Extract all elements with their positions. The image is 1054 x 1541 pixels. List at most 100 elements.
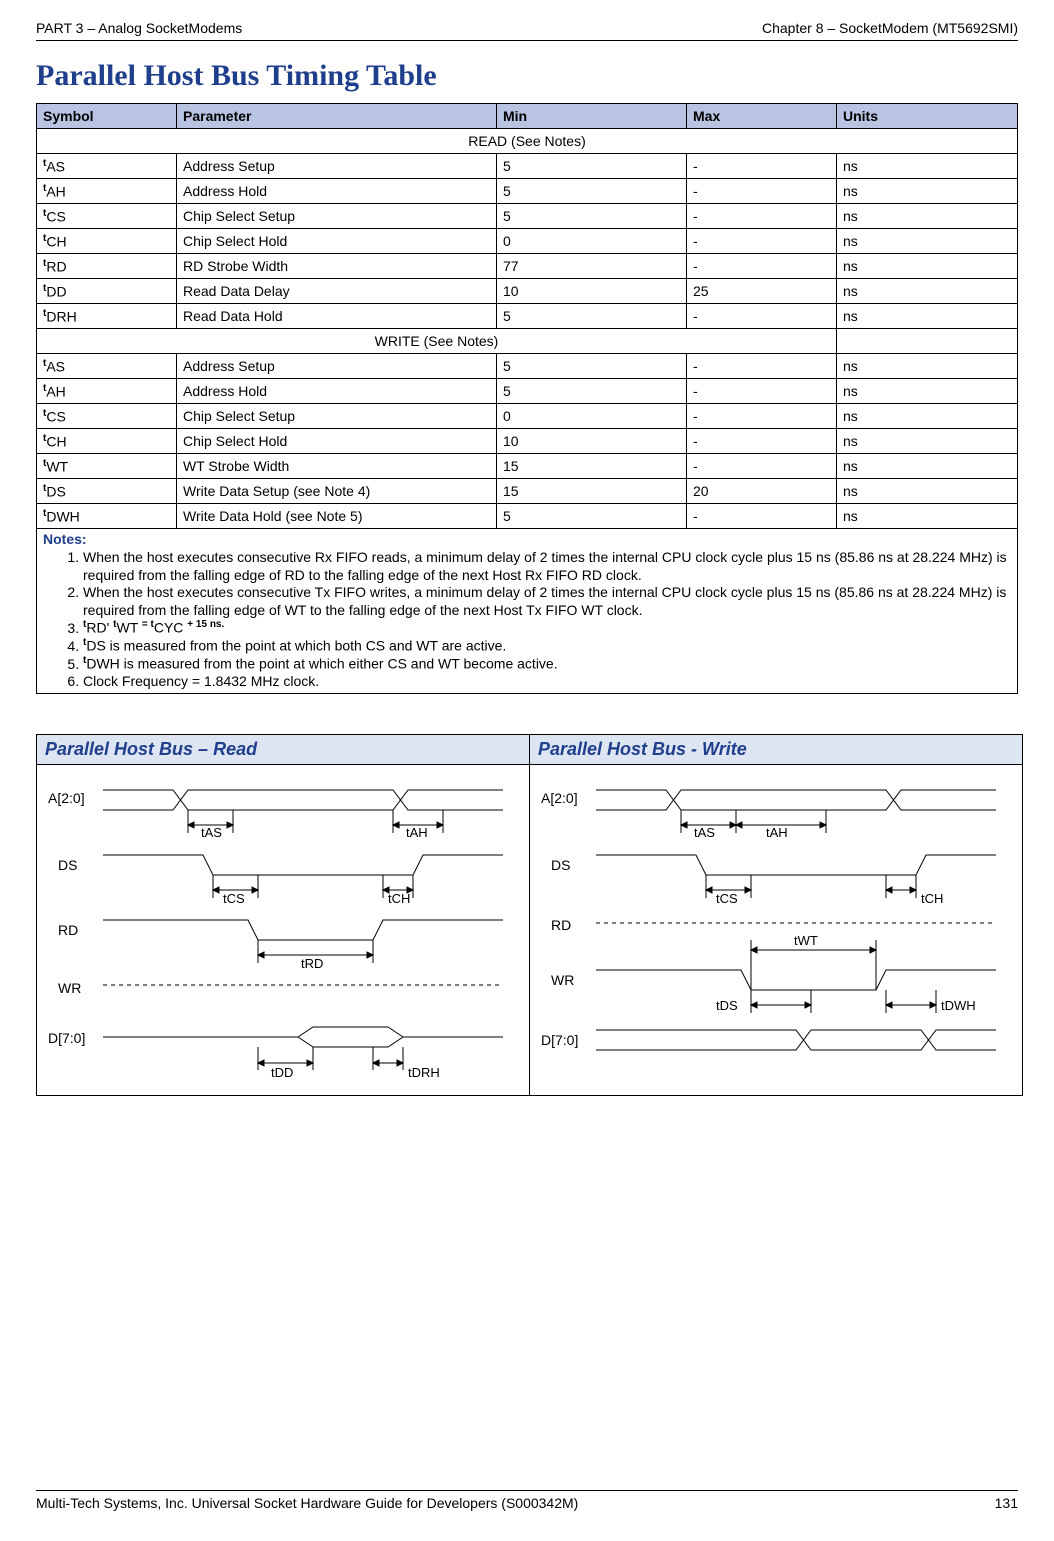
cell-max: - [687, 204, 837, 229]
cell-min: 0 [497, 404, 687, 429]
label-tRD: tRD [301, 956, 323, 971]
note-item: tDS is measured from the point at which … [83, 637, 1011, 655]
header-right: Chapter 8 – SocketModem (MT5692SMI) [762, 20, 1018, 36]
table-row: tAHAddress Hold5-ns [37, 379, 1018, 404]
read-diagram-title: Parallel Host Bus – Read [37, 734, 530, 764]
write-section-label: WRITE (See Notes) [37, 329, 837, 354]
label-tAS-w: tAS [694, 825, 715, 840]
col-parameter: Parameter [177, 104, 497, 129]
cell-symbol: tCH [37, 429, 177, 454]
label-tAS: tAS [201, 825, 222, 840]
cell-symbol: tAH [37, 179, 177, 204]
col-min: Min [497, 104, 687, 129]
cell-symbol: tCS [37, 204, 177, 229]
cell-symbol: tDWH [37, 504, 177, 529]
footer-left: Multi-Tech Systems, Inc. Universal Socke… [36, 1495, 578, 1511]
label-tAH-w: tAH [766, 825, 788, 840]
cell-units: ns [837, 279, 1018, 304]
cell-symbol: tCS [37, 404, 177, 429]
cell-param: Read Data Delay [177, 279, 497, 304]
cell-min: 5 [497, 379, 687, 404]
label-tDD: tDD [271, 1065, 293, 1080]
table-row: tASAddress Setup5-ns [37, 354, 1018, 379]
cell-min: 5 [497, 304, 687, 329]
cell-symbol: tDRH [37, 304, 177, 329]
cell-units: ns [837, 229, 1018, 254]
table-row: tDSWrite Data Setup (see Note 4)1520ns [37, 479, 1018, 504]
note-item: Clock Frequency = 1.8432 MHz clock. [83, 673, 1011, 691]
col-units: Units [837, 104, 1018, 129]
cell-param: Address Hold [177, 179, 497, 204]
write-section-row: WRITE (See Notes) [37, 329, 1018, 354]
cell-param: Write Data Setup (see Note 4) [177, 479, 497, 504]
cell-max: - [687, 254, 837, 279]
cell-max: - [687, 154, 837, 179]
cell-units: ns [837, 154, 1018, 179]
cell-min: 15 [497, 479, 687, 504]
footer-right: 131 [995, 1495, 1018, 1511]
label-tDWH: tDWH [941, 998, 976, 1013]
cell-max: - [687, 429, 837, 454]
notes-list: When the host executes consecutive Rx FI… [43, 549, 1011, 691]
col-max: Max [687, 104, 837, 129]
cell-param: Address Setup [177, 354, 497, 379]
cell-max: - [687, 354, 837, 379]
write-diagram-title: Parallel Host Bus - Write [530, 734, 1023, 764]
table-row: tDRHRead Data Hold5-ns [37, 304, 1018, 329]
table-row: tCHChip Select Hold10-ns [37, 429, 1018, 454]
read-section-row: READ (See Notes) [37, 129, 1018, 154]
cell-param: WT Strobe Width [177, 454, 497, 479]
table-row: tDWHWrite Data Hold (see Note 5)5-ns [37, 504, 1018, 529]
cell-units: ns [837, 454, 1018, 479]
signal-wr-label: WR [58, 980, 81, 996]
table-row: tCHChip Select Hold0-ns [37, 229, 1018, 254]
cell-min: 0 [497, 229, 687, 254]
cell-symbol: tAS [37, 154, 177, 179]
signal-addr-label: A[2:0] [48, 790, 85, 806]
cell-max: - [687, 454, 837, 479]
cell-units: ns [837, 404, 1018, 429]
cell-min: 5 [497, 504, 687, 529]
cell-symbol: tDD [37, 279, 177, 304]
cell-param: Read Data Hold [177, 304, 497, 329]
read-section-label: READ (See Notes) [37, 129, 1018, 154]
note-item: When the host executes consecutive Tx FI… [83, 584, 1011, 619]
cell-symbol: tRD [37, 254, 177, 279]
note-item: tRD' tWT = tCYC + 15 ns. [83, 619, 1011, 637]
signal-ds-label: DS [58, 857, 77, 873]
table-row: tCSChip Select Setup5-ns [37, 204, 1018, 229]
cell-param: Write Data Hold (see Note 5) [177, 504, 497, 529]
cell-max: - [687, 504, 837, 529]
cell-symbol: tAH [37, 379, 177, 404]
table-row: tWTWT Strobe Width15-ns [37, 454, 1018, 479]
cell-min: 5 [497, 204, 687, 229]
cell-units: ns [837, 479, 1018, 504]
cell-min: 77 [497, 254, 687, 279]
note-item: When the host executes consecutive Rx FI… [83, 549, 1011, 584]
diagrams-table: Parallel Host Bus – Read Parallel Host B… [36, 734, 1023, 1096]
signal-data-label-w: D[7:0] [541, 1032, 578, 1048]
cell-max: - [687, 304, 837, 329]
cell-units: ns [837, 354, 1018, 379]
cell-symbol: tDS [37, 479, 177, 504]
cell-units: ns [837, 254, 1018, 279]
signal-rd-label-w: RD [551, 917, 571, 933]
notes-title: Notes: [43, 531, 87, 547]
cell-max: 20 [687, 479, 837, 504]
cell-min: 5 [497, 179, 687, 204]
table-header-row: Symbol Parameter Min Max Units [37, 104, 1018, 129]
table-row: tRDRD Strobe Width77-ns [37, 254, 1018, 279]
signal-rd-label: RD [58, 922, 78, 938]
table-row: tAHAddress Hold5-ns [37, 179, 1018, 204]
note-item: tDWH is measured from the point at which… [83, 655, 1011, 673]
signal-wr-label-w: WR [551, 972, 574, 988]
read-diagram-cell: A[2:0] tAS tAH [37, 764, 530, 1095]
cell-param: RD Strobe Width [177, 254, 497, 279]
cell-symbol: tAS [37, 354, 177, 379]
timing-table: Symbol Parameter Min Max Units READ (See… [36, 103, 1018, 694]
cell-max: - [687, 379, 837, 404]
cell-min: 5 [497, 154, 687, 179]
label-tWT: tWT [794, 933, 818, 948]
cell-units: ns [837, 179, 1018, 204]
signal-data-label: D[7:0] [48, 1030, 85, 1046]
